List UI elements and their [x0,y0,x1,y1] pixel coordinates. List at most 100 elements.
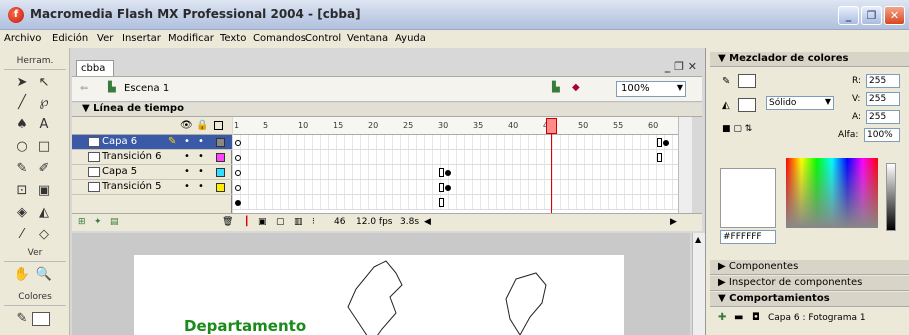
zoom-tool-icon[interactable]: 🔍 [34,266,54,284]
components-header[interactable]: ▶ Componentes [710,260,909,275]
tab-cbba[interactable]: cbba [76,60,114,76]
layer-row[interactable]: Transición 6 • • [72,150,232,165]
edit-multiple-icon[interactable]: ▥ [294,217,303,227]
frame-ruler[interactable]: 1 5 10 15 20 25 30 35 40 45 50 55 60 [233,117,678,135]
outline-icon[interactable] [214,121,223,130]
hand-tool-icon[interactable]: ✋ [12,266,32,284]
menu-edicion[interactable]: Edición [52,33,88,44]
color-mixer-header[interactable]: ▼ Mezclador de colores [710,52,909,67]
frame-row[interactable] [233,135,678,150]
keyframe[interactable] [445,170,451,176]
fill-transform-tool-icon[interactable]: ▣ [34,182,54,200]
keyframe[interactable] [235,170,241,176]
lock-icon[interactable]: 🔒 [196,120,208,131]
stage[interactable]: Departamento [134,255,624,335]
layer-row[interactable]: Capa 6 ✎ • • [72,135,232,150]
keyframe[interactable] [235,140,241,146]
layer-color-swatch[interactable] [216,168,225,177]
lock-dot[interactable]: • [198,166,204,177]
menu-ayuda[interactable]: Ayuda [395,33,426,44]
eye-icon[interactable]: 👁 [180,120,193,131]
keyframe-end[interactable] [657,153,662,162]
brush-tool-icon[interactable]: ✐ [34,160,54,178]
close-button[interactable]: ✕ [884,6,905,25]
edit-scene-icon[interactable]: ▙ [552,82,560,93]
keyframe[interactable] [445,185,451,191]
menu-ventana[interactable]: Ventana [347,33,388,44]
oval-tool-icon[interactable]: ○ [12,138,32,156]
eyedropper-tool-icon[interactable]: ⁄ [12,226,32,244]
edit-symbol-icon[interactable]: ◆ [572,82,580,93]
menu-comandos[interactable]: Comandos [253,33,306,44]
onion-skin-icon[interactable]: ▣ [258,217,267,227]
alpha-input[interactable]: 100% [864,128,900,142]
paint-bucket-tool-icon[interactable]: ◭ [34,204,54,222]
arrow-tool-icon[interactable]: ➤ [12,74,32,92]
center-frame-icon[interactable]: ┃ [244,217,249,227]
layer-color-swatch[interactable] [216,183,225,192]
timeline-vscroll[interactable] [678,117,692,213]
visible-dot[interactable]: • [184,136,190,147]
stroke-color-swatch[interactable] [32,312,50,326]
keyframe[interactable] [663,140,669,146]
menu-ver[interactable]: Ver [97,33,113,44]
g-input[interactable]: 255 [866,92,900,106]
fill-type-select[interactable]: Sólido ▼ [766,96,834,110]
menu-modificar[interactable]: Modificar [168,33,214,44]
r-input[interactable]: 255 [866,74,900,88]
minimize-button[interactable]: _ [838,6,859,25]
mixer-tools-icons[interactable]: ■ ▢ ⇅ [722,124,752,134]
visible-dot[interactable]: • [184,166,190,177]
color-spectrum[interactable] [786,158,878,228]
onion-markers-icon[interactable]: ⁝ [312,217,315,227]
stroke-color-icon[interactable]: ✎ [12,310,32,328]
hex-input[interactable]: #FFFFFF [720,230,776,244]
subselect-tool-icon[interactable]: ↖ [34,74,54,92]
lock-dot[interactable]: • [198,136,204,147]
text-tool-icon[interactable]: A [34,116,54,134]
brightness-slider[interactable] [886,163,896,231]
frame-row[interactable] [233,195,678,210]
ink-bottle-tool-icon[interactable]: ◈ [12,204,32,222]
timeline-frames[interactable]: 1 5 10 15 20 25 30 35 40 45 50 55 60 [233,117,678,213]
add-behavior-icon[interactable]: ✚ [718,312,726,323]
behaviors-header[interactable]: ▼ Comportamientos [710,292,909,307]
fill-swatch[interactable] [738,98,756,112]
menu-insertar[interactable]: Insertar [122,33,161,44]
line-tool-icon[interactable]: ╱ [12,94,32,112]
zoom-select[interactable]: 100% ▼ [616,81,686,97]
frame-row[interactable] [233,150,678,165]
keyframe-end[interactable] [439,198,444,207]
keyframe[interactable] [235,200,241,206]
scroll-right-icon[interactable]: ▶ [670,217,677,227]
add-layer-icon[interactable]: ⊞ [78,217,86,227]
rectangle-tool-icon[interactable]: □ [34,138,54,156]
keyframe-end[interactable] [657,138,662,147]
playhead[interactable] [546,117,557,213]
timeline-header[interactable]: ▼ Línea de tiempo [72,103,702,117]
free-transform-tool-icon[interactable]: ⊡ [12,182,32,200]
document-window-controls[interactable]: _ ❐ ✕ [665,60,697,73]
add-folder-icon[interactable]: ▤ [110,217,119,227]
b-input[interactable]: 255 [866,110,900,124]
stroke-swatch[interactable] [738,74,756,88]
lasso-tool-icon[interactable]: ℘ [34,94,54,112]
add-guide-icon[interactable]: ✦ [94,217,102,227]
remove-behavior-icon[interactable]: ▬ [734,312,743,323]
menu-archivo[interactable]: Archivo [4,33,41,44]
menu-control[interactable]: Control [305,33,341,44]
lock-dot[interactable]: • [198,181,204,192]
layer-color-swatch[interactable] [216,138,225,147]
frame-row[interactable] [233,180,678,195]
frame-row[interactable] [233,165,678,180]
stage-vscroll[interactable]: ▲ [692,233,705,335]
lock-dot[interactable]: • [198,151,204,162]
visible-dot[interactable]: • [184,151,190,162]
playhead-handle[interactable] [546,118,557,134]
layer-color-swatch[interactable] [216,153,225,162]
menu-texto[interactable]: Texto [220,33,246,44]
eraser-tool-icon[interactable]: ◇ [34,226,54,244]
keyframe-end[interactable] [439,183,444,192]
pencil-tool-icon[interactable]: ✎ [12,160,32,178]
pen-tool-icon[interactable]: ♠ [12,116,32,134]
